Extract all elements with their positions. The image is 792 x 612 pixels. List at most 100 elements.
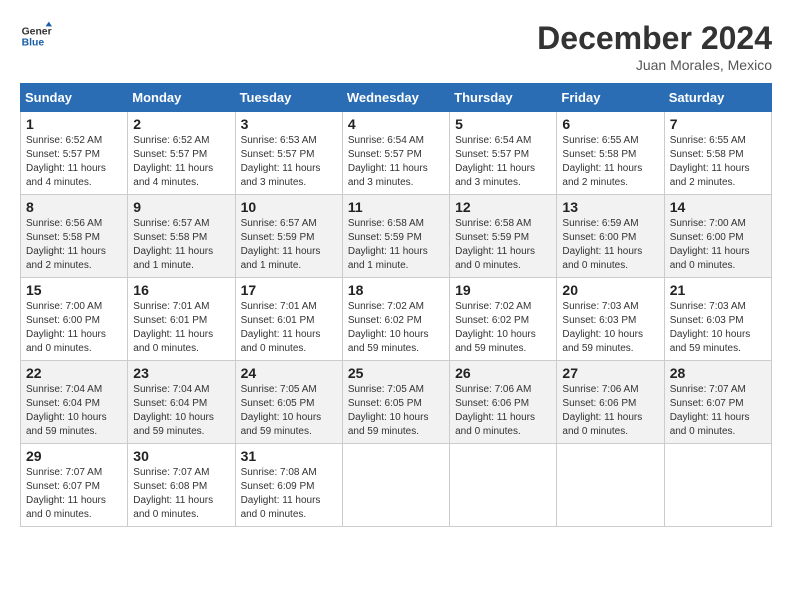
day-info: Sunrise: 6:57 AM Sunset: 5:58 PM Dayligh… [133, 217, 229, 273]
calendar-day-cell: 9 Sunrise: 6:57 AM Sunset: 5:58 PM Daylig… [128, 195, 235, 278]
calendar-week-row: 8 Sunrise: 6:56 AM Sunset: 5:58 PM Daylig… [21, 195, 772, 278]
calendar-day-cell: 25 Sunrise: 7:05 AM Sunset: 6:05 PM Dayli… [342, 361, 449, 444]
day-number: 2 [133, 116, 229, 132]
day-number: 21 [670, 282, 766, 298]
weekday-header-tuesday: Tuesday [235, 84, 342, 112]
calendar-day-cell: 15Sunrise: 7:00 AM Sunset: 6:00 PM Dayli… [21, 278, 128, 361]
day-number: 17 [241, 282, 337, 298]
calendar-week-row: 1 Sunrise: 6:52 AM Sunset: 5:57 PM Daylig… [21, 112, 772, 195]
day-number: 19 [455, 282, 551, 298]
day-info: Sunrise: 7:08 AM Sunset: 6:09 PM Dayligh… [241, 466, 337, 522]
logo: General Blue [20, 20, 52, 52]
calendar-day-cell: 21 Sunrise: 7:03 AM Sunset: 6:03 PM Dayli… [664, 278, 771, 361]
weekday-header-saturday: Saturday [664, 84, 771, 112]
svg-text:General: General [22, 26, 52, 37]
day-info: Sunrise: 6:57 AM Sunset: 5:59 PM Dayligh… [241, 217, 337, 273]
day-info: Sunrise: 7:02 AM Sunset: 6:02 PM Dayligh… [348, 300, 444, 356]
day-info: Sunrise: 7:02 AM Sunset: 6:02 PM Dayligh… [455, 300, 551, 356]
calendar-day-cell: 24Sunrise: 7:05 AM Sunset: 6:05 PM Dayli… [235, 361, 342, 444]
weekday-header-monday: Monday [128, 84, 235, 112]
calendar-day-cell: 3 Sunrise: 6:53 AM Sunset: 5:57 PM Daylig… [235, 112, 342, 195]
calendar-day-cell: 20Sunrise: 7:03 AM Sunset: 6:03 PM Dayli… [557, 278, 664, 361]
calendar-day-cell: 23 Sunrise: 7:04 AM Sunset: 6:04 PM Dayli… [128, 361, 235, 444]
calendar-day-cell: 22 Sunrise: 7:04 AM Sunset: 6:04 PM Dayli… [21, 361, 128, 444]
title-section: December 2024 Juan Morales, Mexico [537, 20, 772, 73]
calendar-day-cell: 10 Sunrise: 6:57 AM Sunset: 5:59 PM Dayli… [235, 195, 342, 278]
calendar-day-cell: 11 Sunrise: 6:58 AM Sunset: 5:59 PM Dayli… [342, 195, 449, 278]
calendar-day-cell: 30Sunrise: 7:07 AM Sunset: 6:08 PM Dayli… [128, 444, 235, 527]
calendar-day-cell: 7Sunrise: 6:55 AM Sunset: 5:58 PM Daylig… [664, 112, 771, 195]
calendar-day-cell: 31 Sunrise: 7:08 AM Sunset: 6:09 PM Dayli… [235, 444, 342, 527]
day-number: 26 [455, 365, 551, 381]
day-number: 15 [26, 282, 122, 298]
day-info: Sunrise: 6:55 AM Sunset: 5:58 PM Dayligh… [562, 134, 658, 190]
day-info: Sunrise: 7:07 AM Sunset: 6:08 PM Dayligh… [133, 466, 229, 522]
weekday-header-friday: Friday [557, 84, 664, 112]
day-info: Sunrise: 6:54 AM Sunset: 5:57 PM Dayligh… [455, 134, 551, 190]
day-number: 6 [562, 116, 658, 132]
day-info: Sunrise: 6:54 AM Sunset: 5:57 PM Dayligh… [348, 134, 444, 190]
day-info: Sunrise: 7:03 AM Sunset: 6:03 PM Dayligh… [670, 300, 766, 356]
day-info: Sunrise: 7:00 AM Sunset: 6:00 PM Dayligh… [670, 217, 766, 273]
header: General Blue December 2024 Juan Morales,… [20, 20, 772, 73]
weekday-header-thursday: Thursday [450, 84, 557, 112]
day-info: Sunrise: 7:01 AM Sunset: 6:01 PM Dayligh… [241, 300, 337, 356]
day-info: Sunrise: 7:05 AM Sunset: 6:05 PM Dayligh… [348, 383, 444, 439]
day-number: 25 [348, 365, 444, 381]
calendar-day-cell [557, 444, 664, 527]
calendar-day-cell: 5Sunrise: 6:54 AM Sunset: 5:57 PM Daylig… [450, 112, 557, 195]
calendar-day-cell: 13Sunrise: 6:59 AM Sunset: 6:00 PM Dayli… [557, 195, 664, 278]
weekday-header-sunday: Sunday [21, 84, 128, 112]
day-number: 16 [133, 282, 229, 298]
weekday-header-wednesday: Wednesday [342, 84, 449, 112]
day-number: 8 [26, 199, 122, 215]
calendar-week-row: 22 Sunrise: 7:04 AM Sunset: 6:04 PM Dayli… [21, 361, 772, 444]
calendar-day-cell: 19 Sunrise: 7:02 AM Sunset: 6:02 PM Dayli… [450, 278, 557, 361]
day-number: 9 [133, 199, 229, 215]
calendar-day-cell: 18Sunrise: 7:02 AM Sunset: 6:02 PM Dayli… [342, 278, 449, 361]
calendar-day-cell: 27 Sunrise: 7:06 AM Sunset: 6:06 PM Dayli… [557, 361, 664, 444]
day-info: Sunrise: 7:07 AM Sunset: 6:07 PM Dayligh… [670, 383, 766, 439]
day-number: 28 [670, 365, 766, 381]
calendar-week-row: 29 Sunrise: 7:07 AM Sunset: 6:07 PM Dayli… [21, 444, 772, 527]
calendar-day-cell: 16 Sunrise: 7:01 AM Sunset: 6:01 PM Dayli… [128, 278, 235, 361]
day-number: 13 [562, 199, 658, 215]
calendar-day-cell: 14Sunrise: 7:00 AM Sunset: 6:00 PM Dayli… [664, 195, 771, 278]
day-number: 3 [241, 116, 337, 132]
day-info: Sunrise: 6:52 AM Sunset: 5:57 PM Dayligh… [26, 134, 122, 190]
day-info: Sunrise: 6:55 AM Sunset: 5:58 PM Dayligh… [670, 134, 766, 190]
logo-icon: General Blue [20, 20, 52, 52]
calendar-header-row: SundayMondayTuesdayWednesdayThursdayFrid… [21, 84, 772, 112]
day-number: 10 [241, 199, 337, 215]
day-number: 1 [26, 116, 122, 132]
day-number: 4 [348, 116, 444, 132]
calendar-week-row: 15Sunrise: 7:00 AM Sunset: 6:00 PM Dayli… [21, 278, 772, 361]
day-info: Sunrise: 6:56 AM Sunset: 5:58 PM Dayligh… [26, 217, 122, 273]
day-number: 23 [133, 365, 229, 381]
day-info: Sunrise: 7:03 AM Sunset: 6:03 PM Dayligh… [562, 300, 658, 356]
day-number: 31 [241, 448, 337, 464]
calendar-day-cell [342, 444, 449, 527]
calendar-day-cell: 4 Sunrise: 6:54 AM Sunset: 5:57 PM Daylig… [342, 112, 449, 195]
day-number: 22 [26, 365, 122, 381]
day-info: Sunrise: 6:53 AM Sunset: 5:57 PM Dayligh… [241, 134, 337, 190]
day-number: 12 [455, 199, 551, 215]
day-info: Sunrise: 7:07 AM Sunset: 6:07 PM Dayligh… [26, 466, 122, 522]
calendar-day-cell [664, 444, 771, 527]
calendar-day-cell: 1 Sunrise: 6:52 AM Sunset: 5:57 PM Daylig… [21, 112, 128, 195]
day-number: 27 [562, 365, 658, 381]
calendar-day-cell: 26Sunrise: 7:06 AM Sunset: 6:06 PM Dayli… [450, 361, 557, 444]
day-info: Sunrise: 7:04 AM Sunset: 6:04 PM Dayligh… [133, 383, 229, 439]
calendar-day-cell: 2 Sunrise: 6:52 AM Sunset: 5:57 PM Daylig… [128, 112, 235, 195]
calendar-day-cell [450, 444, 557, 527]
calendar-table: SundayMondayTuesdayWednesdayThursdayFrid… [20, 83, 772, 527]
day-info: Sunrise: 7:01 AM Sunset: 6:01 PM Dayligh… [133, 300, 229, 356]
day-info: Sunrise: 7:06 AM Sunset: 6:06 PM Dayligh… [562, 383, 658, 439]
calendar-day-cell: 29 Sunrise: 7:07 AM Sunset: 6:07 PM Dayli… [21, 444, 128, 527]
day-info: Sunrise: 6:58 AM Sunset: 5:59 PM Dayligh… [348, 217, 444, 273]
day-info: Sunrise: 6:52 AM Sunset: 5:57 PM Dayligh… [133, 134, 229, 190]
day-number: 11 [348, 199, 444, 215]
calendar-day-cell: 17 Sunrise: 7:01 AM Sunset: 6:01 PM Dayli… [235, 278, 342, 361]
day-info: Sunrise: 7:04 AM Sunset: 6:04 PM Dayligh… [26, 383, 122, 439]
day-number: 29 [26, 448, 122, 464]
